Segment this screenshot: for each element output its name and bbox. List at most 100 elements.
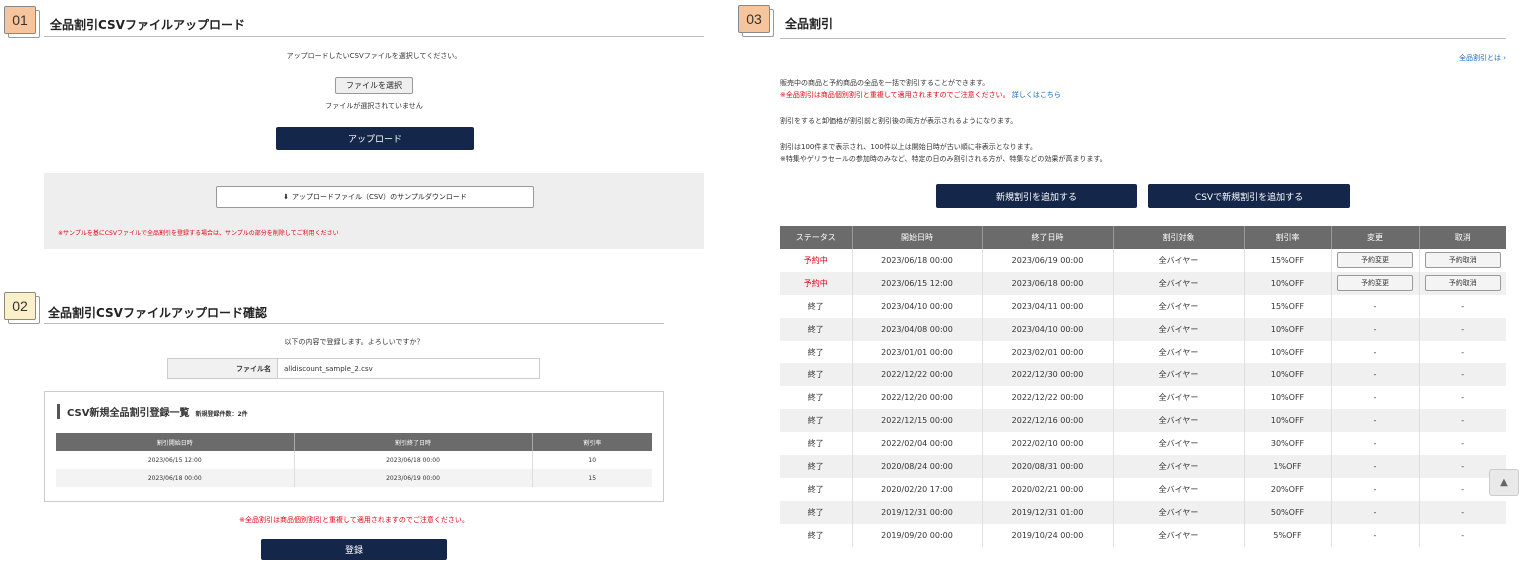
cell-change: - <box>1331 363 1420 387</box>
list-count: 新規登録件数：2件 <box>195 411 248 418</box>
cell-end: 2022/12/30 00:00 <box>982 363 1114 387</box>
cell-change: - <box>1331 500 1420 524</box>
cell-rate: 15 <box>532 469 652 487</box>
table-row: 終了 2020/02/20 17:00 2020/02/21 00:00 全バイヤー 2… <box>780 477 1506 501</box>
cell-status: 予約中 <box>780 271 853 295</box>
cell-target: 全バイヤー <box>1113 477 1245 501</box>
section-02-divider <box>44 323 664 324</box>
choose-file-button[interactable]: ファイルを選択 <box>335 77 413 94</box>
upload-instruction: アップロードしたいCSVファイルを選択してください。 <box>286 52 462 60</box>
cell-change: 予約変更 <box>1331 249 1420 272</box>
table-row: 終了 2022/12/22 00:00 2022/12/30 00:00 全バイヤー 1… <box>780 363 1506 387</box>
page-top-button[interactable]: ▲ <box>1489 469 1519 496</box>
cell-start: 2023/01/01 00:00 <box>852 340 983 364</box>
cell-target: 全バイヤー <box>1113 317 1245 341</box>
upload-button[interactable]: アップロード <box>276 127 474 150</box>
cell-end: 2023/02/01 00:00 <box>982 340 1114 364</box>
cell-rate: 10%OFF <box>1244 363 1332 387</box>
cell-end: 2022/12/22 00:00 <box>982 386 1114 410</box>
csv-list-table: 割引開始日時 割引終了日時 割引率 2023/06/15 12:00 2023/… <box>56 433 652 487</box>
cell-target: 全バイヤー <box>1113 432 1245 456</box>
no-file-selected-text: ファイルが選択されていません <box>325 102 423 110</box>
file-name-label: ファイル名 <box>168 359 278 378</box>
cell-start: 2019/09/20 00:00 <box>852 523 983 547</box>
cell-start: 2020/02/20 17:00 <box>852 477 983 501</box>
csv-add-discount-button[interactable]: CSVで新規割引を追加する <box>1148 184 1350 208</box>
table-row: 終了 2020/08/24 00:00 2020/08/31 00:00 全バイヤー 1… <box>780 455 1506 478</box>
cell-rate: 10%OFF <box>1244 340 1332 364</box>
cell-start: 2023/04/08 00:00 <box>852 317 983 341</box>
cell-change: - <box>1331 317 1420 341</box>
description-line-1: 販売中の商品と予約商品の全品を一括で割引することができます。 <box>780 79 990 87</box>
cell-status: 終了 <box>780 432 853 456</box>
cell-target: 全バイヤー <box>1113 249 1245 272</box>
sample-download-panel <box>44 173 704 249</box>
section-01-badge: 01 <box>4 6 40 38</box>
sample-download-button[interactable]: ⬇ アップロードファイル（CSV）のサンプルダウンロード <box>216 186 534 208</box>
warning-text: ※全品割引は商品個別割引と重複して適用されますのでご注意ください。 <box>780 91 1010 99</box>
description-line-3: 割引は100件まで表示され、100件以上は開始日時が古い順に非表示となります。 <box>780 143 1037 151</box>
cell-start: 2022/12/15 00:00 <box>852 409 983 433</box>
table-row: 終了 2022/12/20 00:00 2022/12/22 00:00 全バイヤー 1… <box>780 386 1506 410</box>
section-03-badge: 03 <box>738 5 774 37</box>
change-reservation-button[interactable]: 予約変更 <box>1337 252 1413 269</box>
cell-change: - <box>1331 523 1420 547</box>
sample-note: ※サンプルを基にCSVファイルで全品割引を登録する場合は、サンプルの部分を削除し… <box>58 230 339 237</box>
section-02-badge: 02 <box>4 292 40 324</box>
cell-cancel: - <box>1419 363 1506 387</box>
add-discount-button[interactable]: 新規割引を追加する <box>936 184 1137 208</box>
download-icon: ⬇ <box>283 193 289 201</box>
table-row: 終了 2022/12/15 00:00 2022/12/16 00:00 全バイヤー 1… <box>780 409 1506 433</box>
cell-start: 2019/12/31 00:00 <box>852 500 983 524</box>
help-link[interactable]: 全品割引とは › <box>1459 53 1506 63</box>
column-header: 割引開始日時 <box>56 433 295 451</box>
cell-target: 全バイヤー <box>1113 523 1245 547</box>
table-row: 終了 2023/04/08 00:00 2023/04/10 00:00 全バイヤー 1… <box>780 317 1506 341</box>
table-row: 2023/06/15 12:00 2023/06/18 00:00 10 <box>56 451 652 469</box>
change-reservation-button[interactable]: 予約変更 <box>1337 275 1413 292</box>
column-header-status: ステータス <box>780 226 853 249</box>
section-01-divider <box>44 36 704 37</box>
cell-start: 2022/12/20 00:00 <box>852 386 983 410</box>
cell-end: 2019/10/24 00:00 <box>982 523 1114 547</box>
cell-cancel: - <box>1461 347 1465 357</box>
table-row: 終了 2019/09/20 00:00 2019/10/24 00:00 全バイヤー 5… <box>780 523 1506 547</box>
detail-link[interactable]: 詳しくはこちら <box>1012 91 1061 99</box>
register-button[interactable]: 登録 <box>261 539 447 560</box>
section-02-title: 全品割引CSVファイルアップロード確認 <box>48 306 267 320</box>
cell-rate: 10%OFF <box>1244 317 1332 341</box>
cell-end: 2023/06/18 00:00 <box>982 271 1114 295</box>
section-03-divider <box>780 38 1506 39</box>
cell-change: - <box>1331 386 1420 410</box>
cell-start: 2020/08/24 00:00 <box>852 455 983 478</box>
discount-table: ステータス 開始日時 終了日時 割引対象 割引率 変更 取消 予約中 2023/0… <box>780 226 1506 547</box>
cell-cancel: - <box>1461 530 1465 540</box>
cell-change: - <box>1331 409 1420 433</box>
cell-end: 2023/06/19 00:00 <box>294 469 533 487</box>
cancel-reservation-button[interactable]: 予約取消 <box>1424 252 1501 269</box>
cell-end: 2023/06/18 00:00 <box>294 451 533 469</box>
column-header-start: 開始日時 <box>852 226 983 249</box>
cell-rate: 10%OFF <box>1244 409 1332 433</box>
cell-cancel: - <box>1461 301 1465 311</box>
cell-target: 全バイヤー <box>1113 455 1245 478</box>
cell-status: 終了 <box>780 386 853 410</box>
cell-target: 全バイヤー <box>1113 340 1245 364</box>
cell-change: - <box>1331 477 1420 501</box>
cell-cancel: 予約取消 <box>1419 271 1506 295</box>
cell-start: 2023/06/15 12:00 <box>852 271 983 295</box>
table-row: 予約中 2023/06/18 00:00 2023/06/19 00:00 全バイヤー… <box>780 249 1506 272</box>
table-row: 2023/06/18 00:00 2023/06/19 00:00 15 <box>56 469 652 487</box>
cell-rate: 10%OFF <box>1244 271 1332 295</box>
cell-status: 終了 <box>780 409 853 433</box>
cell-rate: 5%OFF <box>1244 523 1332 547</box>
cell-change: 予約変更 <box>1331 271 1420 295</box>
section-01-title: 全品割引CSVファイルアップロード <box>50 18 245 32</box>
cell-rate: 10%OFF <box>1244 386 1332 410</box>
cancel-reservation-button[interactable]: 予約取消 <box>1424 275 1501 292</box>
cell-status: 終了 <box>780 294 853 318</box>
duplicate-warning: ※全品割引は商品個別割引と重複して適用されますのでご注意ください。 <box>239 516 469 524</box>
cell-change: - <box>1331 455 1420 478</box>
column-header: 割引率 <box>532 433 652 451</box>
cell-status: 終了 <box>780 317 853 341</box>
